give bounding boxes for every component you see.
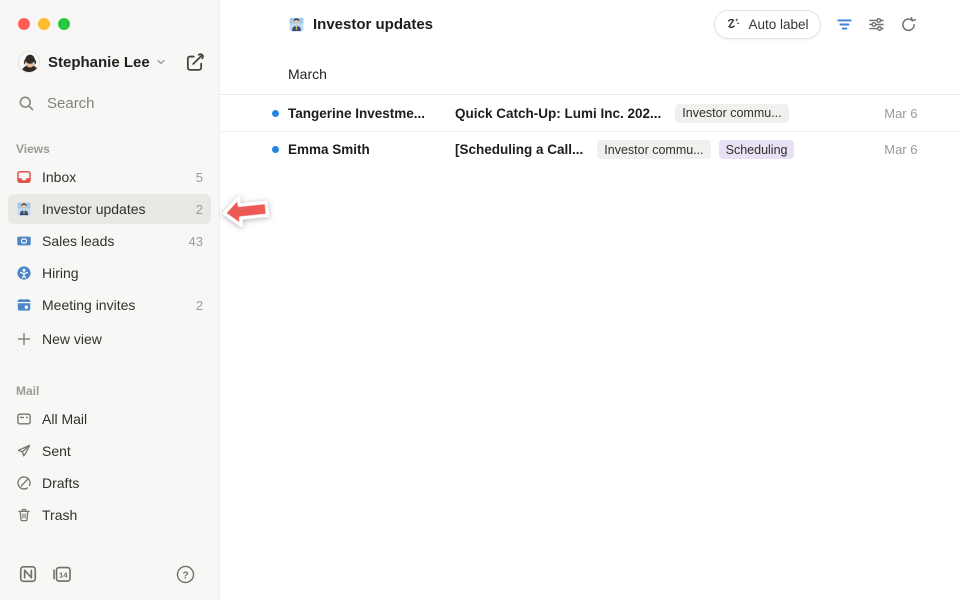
label-tag[interactable]: Investor commu... (597, 140, 710, 159)
label-tag[interactable]: Investor commu... (675, 104, 788, 123)
unread-dot (272, 110, 279, 117)
calendar-icon (16, 297, 32, 313)
search-placeholder: Search (47, 95, 95, 112)
sidebar-item-label: Sent (42, 443, 71, 459)
email-subject: [Scheduling a Call... (455, 142, 583, 157)
email-date: Mar 6 (879, 106, 917, 121)
sidebar-item-label: All Mail (42, 411, 87, 427)
main-panel: Investor updates Auto label (220, 0, 960, 600)
sidebar: Stephanie Lee Search Views (0, 0, 220, 600)
email-date: Mar 6 (879, 142, 917, 157)
auto-label-wand-icon (725, 16, 741, 32)
page-title: Investor updates (313, 16, 433, 33)
group-title: March (288, 66, 327, 82)
sidebar-item-label: Drafts (42, 475, 79, 491)
chevron-down-icon (155, 56, 167, 68)
unread-count: 5 (196, 170, 203, 185)
email-labels: Investor commu... Scheduling (597, 140, 794, 159)
sidebar-item-inbox[interactable]: Inbox 5 (8, 162, 211, 192)
sidebar-item-all-mail[interactable]: All Mail (8, 404, 211, 434)
refresh-icon[interactable] (900, 16, 917, 33)
person-in-suit-icon (16, 201, 32, 217)
sidebar-item-label: Trash (42, 507, 77, 523)
sidebar-item-label: Inbox (42, 169, 76, 185)
user-name: Stephanie Lee (48, 54, 150, 71)
plus-icon (16, 331, 32, 347)
email-subject: Quick Catch-Up: Lumi Inc. 202... (455, 106, 661, 121)
new-view-button[interactable]: New view (8, 324, 211, 354)
email-content: Tangerine Investme... Quick Catch-Up: Lu… (288, 104, 794, 123)
sidebar-item-sales-leads[interactable]: Sales leads 43 (8, 226, 211, 256)
sidebar-item-meeting-invites[interactable]: Meeting invites 2 (8, 290, 211, 320)
email-list: Tangerine Investme... Quick Catch-Up: Lu… (220, 95, 960, 167)
display-settings-icon[interactable] (868, 16, 885, 33)
svg-text:?: ? (182, 570, 188, 581)
unread-count: 43 (189, 234, 203, 249)
unread-count: 2 (196, 202, 203, 217)
mail-section-label: Mail (0, 384, 219, 398)
account-switcher[interactable]: Stephanie Lee (18, 46, 205, 78)
views-section-label: Views (0, 142, 219, 156)
person-in-suit-icon (288, 16, 305, 33)
notion-mail-window: Stephanie Lee Search Views (0, 0, 960, 600)
sidebar-item-label: Meeting invites (42, 297, 135, 313)
help-button[interactable]: ? (176, 565, 195, 584)
unread-count: 2 (196, 298, 203, 313)
user-avatar (18, 51, 40, 73)
inbox-icon (16, 169, 32, 185)
notion-calendar-icon[interactable]: 14 (52, 564, 72, 584)
close-window-button[interactable] (18, 18, 30, 30)
sidebar-item-sent[interactable]: Sent (8, 436, 211, 466)
all-mail-icon (16, 411, 32, 427)
auto-label-text: Auto label (748, 17, 808, 32)
views-nav: Inbox 5 Investor updates 2 (0, 162, 219, 356)
paper-plane-icon (16, 443, 32, 459)
email-row[interactable]: Tangerine Investme... Quick Catch-Up: Lu… (220, 95, 960, 131)
toolbar: Auto label (714, 10, 917, 39)
filter-icon[interactable] (836, 16, 853, 33)
zoom-window-button[interactable] (58, 18, 70, 30)
compose-button[interactable] (183, 51, 205, 73)
email-labels: Investor commu... (675, 104, 788, 123)
unread-dot (272, 146, 279, 153)
mail-nav: All Mail Sent Drafts (0, 404, 219, 532)
auto-label-button[interactable]: Auto label (714, 10, 821, 39)
sidebar-footer: 14 ? (0, 556, 219, 600)
drafts-pencil-icon (16, 475, 32, 491)
sidebar-item-label: New view (42, 331, 102, 347)
window-controls (0, 0, 219, 32)
person-circle-icon (16, 265, 32, 281)
label-tag[interactable]: Scheduling (719, 140, 795, 159)
email-content: Emma Smith [Scheduling a Call... Investo… (288, 140, 794, 159)
notion-logo-icon[interactable] (18, 564, 38, 584)
search-input[interactable]: Search (8, 88, 211, 118)
sidebar-item-label: Hiring (42, 265, 79, 281)
email-sender: Tangerine Investme... (288, 106, 443, 121)
sidebar-item-label: Investor updates (42, 201, 146, 217)
sidebar-item-hiring[interactable]: Hiring (8, 258, 211, 288)
svg-text:14: 14 (59, 571, 68, 580)
email-sender: Emma Smith (288, 142, 443, 157)
minimize-window-button[interactable] (38, 18, 50, 30)
sidebar-item-trash[interactable]: Trash (8, 500, 211, 530)
sidebar-item-drafts[interactable]: Drafts (8, 468, 211, 498)
date-group-header: March (220, 48, 960, 95)
trash-icon (16, 507, 32, 523)
banknote-icon (16, 233, 32, 249)
main-header: Investor updates Auto label (220, 0, 960, 48)
email-row[interactable]: Emma Smith [Scheduling a Call... Investo… (220, 131, 960, 167)
sidebar-item-investor-updates[interactable]: Investor updates 2 (8, 194, 211, 224)
sidebar-item-label: Sales leads (42, 233, 114, 249)
search-icon (18, 95, 35, 112)
